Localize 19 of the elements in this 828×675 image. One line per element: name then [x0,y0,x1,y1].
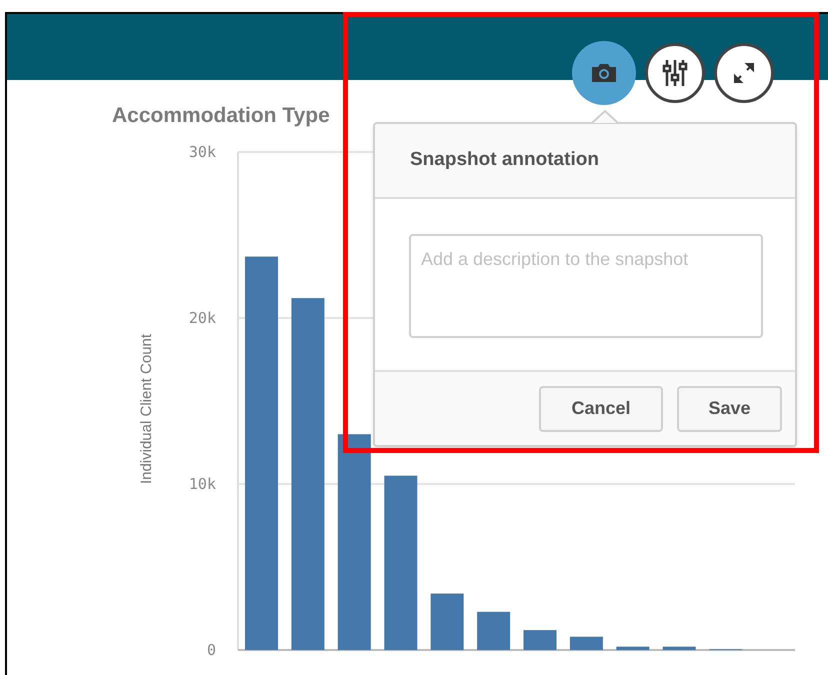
sliders-icon [662,58,688,88]
y-tick-label: 0 [206,641,216,659]
camera-icon [590,62,618,84]
popup-title: Snapshot annotation [410,148,599,172]
bar [662,646,696,650]
bar [477,612,510,650]
y-tick-label: 30k [188,143,216,161]
bar [430,594,464,650]
expand-icon [732,61,756,85]
chart-title: Accommodation Type [112,103,330,129]
popup-button[interactable]: Cancel [539,386,663,432]
bar [616,646,650,650]
description-field[interactable]: Add a description to the snapshot [409,234,763,338]
popup-button[interactable]: Save [677,386,782,432]
bar [524,630,556,650]
bar [570,636,603,650]
y-axis-title: Individual Client Count [138,334,155,484]
y-tick-label: 20k [188,309,216,327]
y-tick-label: 10k [188,475,216,493]
